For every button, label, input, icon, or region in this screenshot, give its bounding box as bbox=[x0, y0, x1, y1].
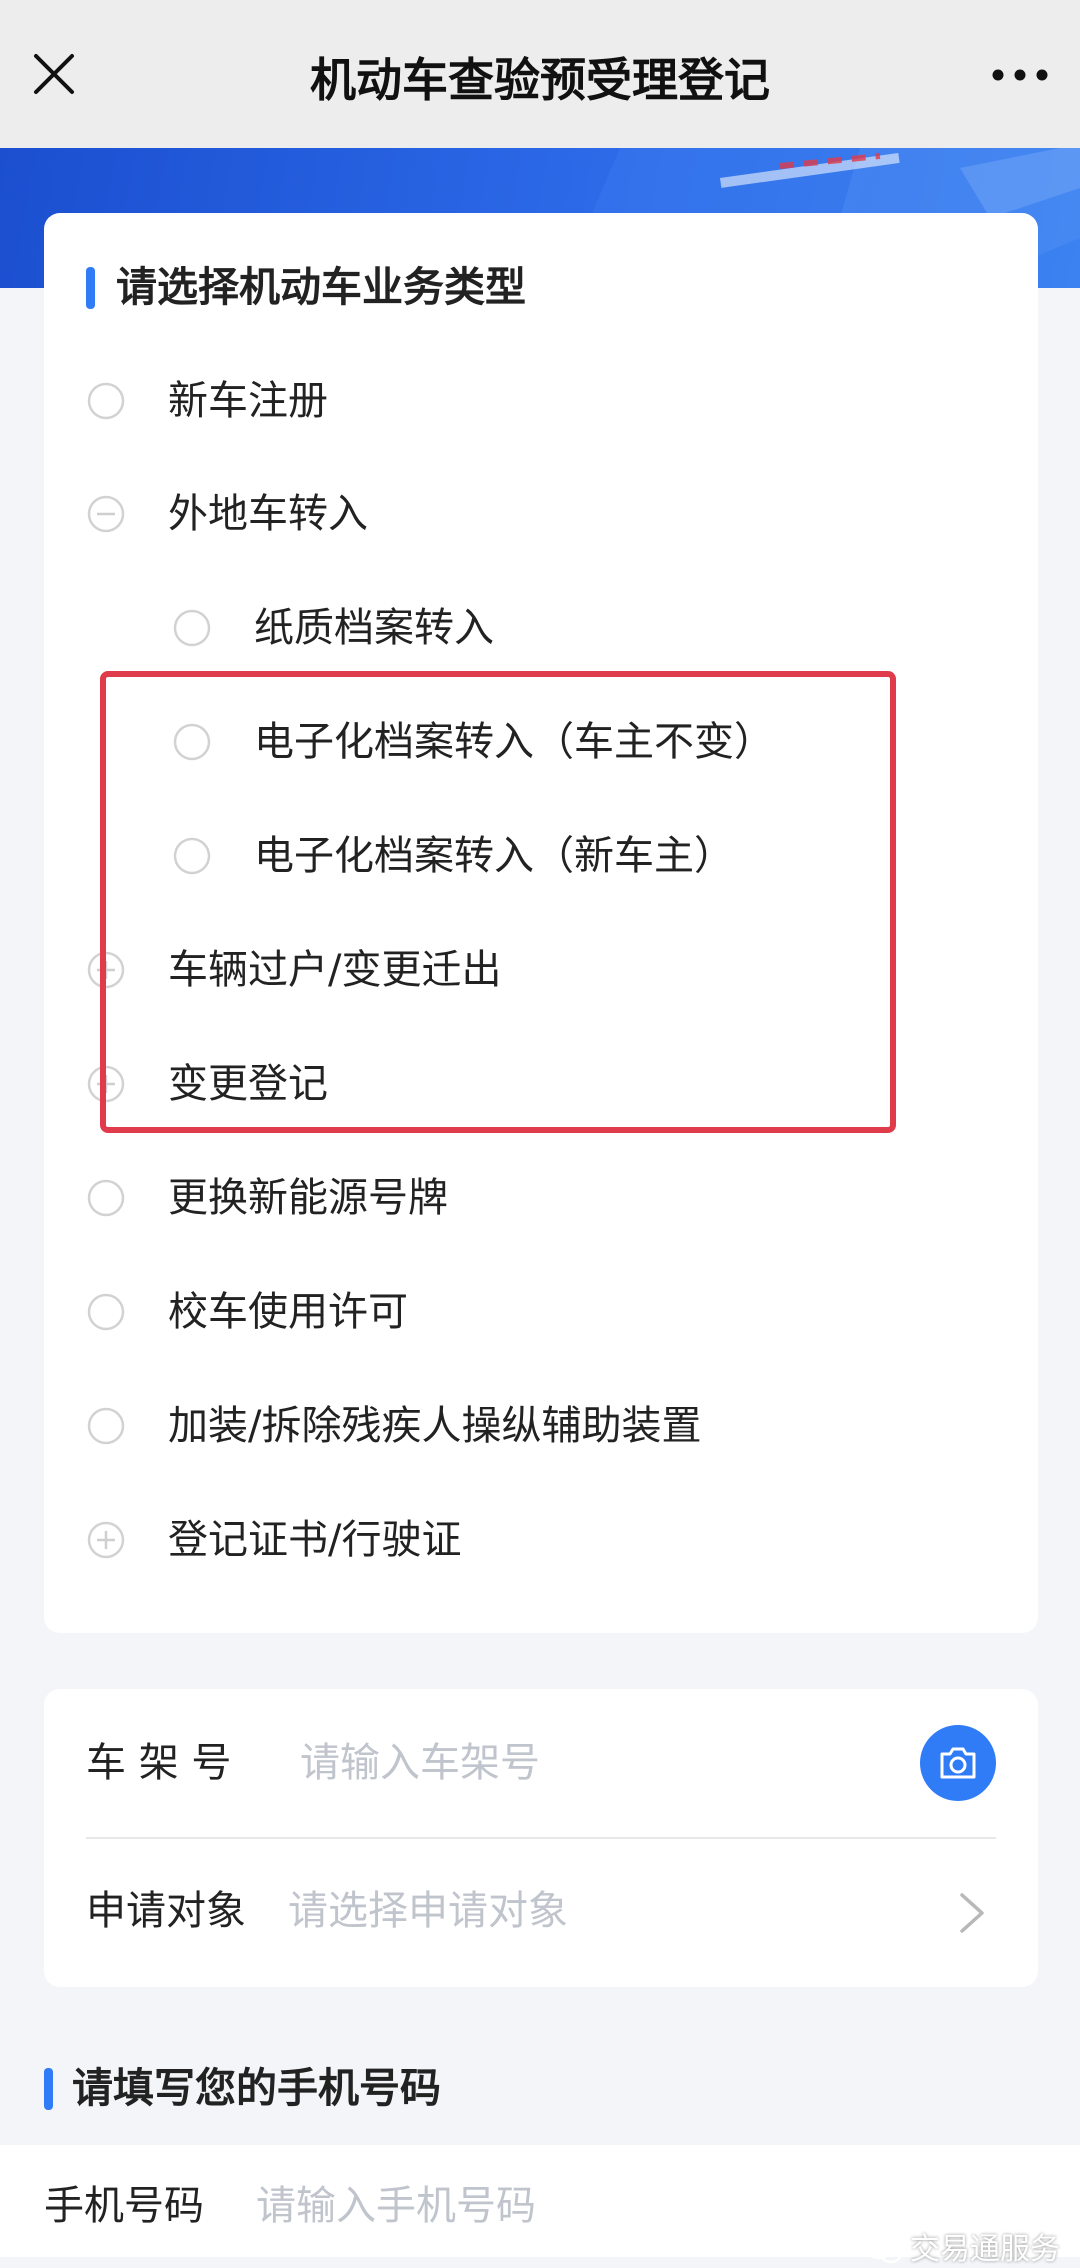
option-label: 加装/拆除残疾人操纵辅助装置 bbox=[168, 1403, 702, 1449]
divider bbox=[86, 1837, 996, 1839]
option-new-energy-plate[interactable]: 更换新能源号牌 bbox=[86, 1163, 886, 1233]
option-label: 变更登记 bbox=[168, 1061, 328, 1107]
option-label: 电子化档案转入（车主不变） bbox=[254, 719, 774, 765]
option-label: 校车使用许可 bbox=[168, 1289, 408, 1335]
option-label: 车辆过户/变更迁出 bbox=[168, 947, 502, 993]
radio-icon bbox=[87, 1407, 125, 1445]
vin-label: 车 架 号 bbox=[86, 1740, 232, 1786]
option-label: 纸质档案转入 bbox=[254, 605, 494, 651]
radio-icon bbox=[173, 723, 211, 761]
applicant-label: 申请对象 bbox=[86, 1888, 246, 1934]
option-electronic-transfer-same-owner[interactable]: 电子化档案转入（车主不变） bbox=[172, 707, 852, 777]
more-icon[interactable] bbox=[984, 60, 1056, 90]
wechat-icon bbox=[864, 2236, 903, 2264]
radio-icon bbox=[87, 1179, 125, 1217]
watermark-text: 交易通服务 bbox=[910, 2232, 1060, 2267]
vehicle-form-card: 车 架 号 申请对象 bbox=[44, 1689, 1038, 1987]
nav-bar: 机动车查验预受理登记 bbox=[0, 0, 1080, 148]
section-accent-bar bbox=[86, 267, 95, 309]
applicant-select[interactable] bbox=[288, 1883, 928, 1939]
section-title: 请选择机动车业务类型 bbox=[116, 263, 526, 311]
option-school-bus-permit[interactable]: 校车使用许可 bbox=[86, 1277, 886, 1347]
radio-icon bbox=[173, 609, 211, 647]
section-accent-bar bbox=[44, 2068, 53, 2110]
option-change-registration[interactable]: 变更登记 bbox=[86, 1049, 886, 1119]
expand-icon bbox=[87, 1521, 125, 1559]
option-paper-file-transfer[interactable]: 纸质档案转入 bbox=[172, 593, 852, 663]
option-label: 新车注册 bbox=[168, 378, 328, 424]
page-title: 机动车查验预受理登记 bbox=[310, 53, 770, 107]
collapse-icon bbox=[87, 495, 125, 533]
camera-button[interactable] bbox=[920, 1725, 996, 1801]
phone-label: 手机号码 bbox=[44, 2183, 204, 2229]
option-label: 电子化档案转入（新车主） bbox=[254, 833, 734, 879]
option-ownership-transfer[interactable]: 车辆过户/变更迁出 bbox=[86, 935, 886, 1005]
radio-icon bbox=[173, 837, 211, 875]
option-label: 外地车转入 bbox=[168, 491, 368, 537]
radio-icon bbox=[87, 382, 125, 420]
option-label: 更换新能源号牌 bbox=[168, 1175, 448, 1221]
watermark: 交易通服务 bbox=[864, 2224, 1060, 2268]
vin-input[interactable] bbox=[300, 1735, 900, 1791]
option-label: 登记证书/行驶证 bbox=[168, 1517, 462, 1563]
phone-section-title: 请填写您的手机号码 bbox=[72, 2064, 441, 2112]
phone-input[interactable] bbox=[256, 2178, 816, 2234]
option-electronic-transfer-new-owner[interactable]: 电子化档案转入（新车主） bbox=[172, 821, 852, 891]
expand-icon bbox=[87, 1065, 125, 1103]
chevron-right-icon[interactable] bbox=[958, 1891, 986, 1939]
option-registration-certificate[interactable]: 登记证书/行驶证 bbox=[86, 1505, 886, 1575]
camera-icon bbox=[940, 1747, 976, 1779]
business-type-card: 请选择机动车业务类型 新车注册 外地车转入 纸质档案转入 电子化档案转入（车主不… bbox=[44, 213, 1038, 1633]
expand-icon bbox=[87, 951, 125, 989]
option-new-car-registration[interactable]: 新车注册 bbox=[86, 366, 886, 436]
radio-icon bbox=[87, 1293, 125, 1331]
option-out-of-town-transfer[interactable]: 外地车转入 bbox=[86, 479, 846, 549]
option-disability-device[interactable]: 加装/拆除残疾人操纵辅助装置 bbox=[86, 1391, 946, 1461]
